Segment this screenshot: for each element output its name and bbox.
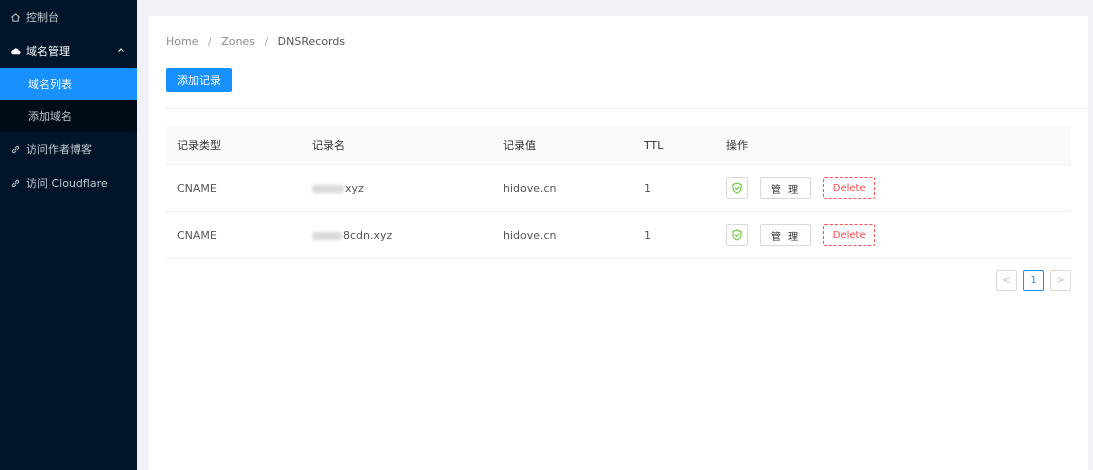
cloud-icon bbox=[9, 45, 21, 57]
delete-button[interactable]: Delete bbox=[823, 177, 876, 199]
sidebar-item-label: 域名列表 bbox=[28, 78, 72, 91]
pagination-next-button[interactable]: > bbox=[1050, 270, 1071, 291]
sidebar-item-label: 添加域名 bbox=[28, 110, 72, 123]
sidebar-submenu-domain-management[interactable]: 域名管理 bbox=[0, 34, 137, 68]
breadcrumb-separator: / bbox=[207, 35, 212, 48]
column-header-type: 记录类型 bbox=[177, 139, 221, 152]
pagination: < 1 > bbox=[996, 270, 1071, 291]
manage-button[interactable]: 管 理 bbox=[760, 177, 812, 199]
record-ttl: 1 bbox=[644, 181, 651, 195]
sidebar-item-cloudflare[interactable]: 访问 Cloudflare bbox=[0, 166, 137, 200]
proxy-status-button[interactable] bbox=[726, 224, 748, 246]
column-header-name: 记录名 bbox=[312, 139, 345, 152]
link-icon bbox=[9, 143, 21, 155]
sidebar-item-label: 域名管理 bbox=[26, 45, 70, 58]
shield-check-icon bbox=[731, 229, 743, 241]
breadcrumb-separator: / bbox=[264, 35, 269, 48]
table-header: 记录类型 记录名 记录值 TTL 操作 bbox=[166, 126, 1071, 165]
add-record-button[interactable]: 添加记录 bbox=[166, 68, 232, 92]
column-header-value: 记录值 bbox=[503, 139, 536, 152]
home-icon bbox=[9, 11, 21, 23]
redacted-text bbox=[312, 184, 344, 193]
sidebar-item-add-domain[interactable]: 添加域名 bbox=[0, 100, 137, 132]
sidebar: 控制台 域名管理 域名列表 添加域名 访问作者博客 访问 Cloudflare bbox=[0, 0, 137, 470]
delete-button[interactable]: Delete bbox=[823, 224, 876, 246]
breadcrumb-zones[interactable]: Zones bbox=[221, 35, 255, 48]
pagination-page-1[interactable]: 1 bbox=[1023, 270, 1044, 291]
record-name-visible: 8cdn.xyz bbox=[343, 228, 393, 242]
breadcrumb-home[interactable]: Home bbox=[166, 35, 198, 48]
redacted-text bbox=[312, 231, 342, 240]
sidebar-item-label: 控制台 bbox=[26, 11, 59, 24]
sidebar-item-domain-list[interactable]: 域名列表 bbox=[0, 68, 137, 100]
record-value: hidove.cn bbox=[503, 228, 557, 242]
table-row: CNAME xyz hidove.cn 1 管 理 Delete bbox=[166, 165, 1071, 212]
sidebar-submenu: 域名列表 添加域名 bbox=[0, 68, 137, 132]
table-row: CNAME 8cdn.xyz hidove.cn 1 管 理 Delete bbox=[166, 212, 1071, 259]
main-content: Home / Zones / DNSRecords 添加记录 记录类型 记录名 … bbox=[149, 16, 1088, 470]
column-header-ttl: TTL bbox=[644, 138, 664, 152]
breadcrumb: Home / Zones / DNSRecords bbox=[166, 35, 345, 48]
record-value: hidove.cn bbox=[503, 181, 557, 195]
manage-button[interactable]: 管 理 bbox=[760, 224, 812, 246]
record-name: xyz bbox=[312, 182, 364, 195]
pagination-prev-button[interactable]: < bbox=[996, 270, 1017, 291]
record-type: CNAME bbox=[177, 228, 217, 242]
row-actions: 管 理 Delete bbox=[726, 224, 876, 246]
column-header-actions: 操作 bbox=[726, 139, 748, 152]
breadcrumb-current: DNSRecords bbox=[277, 35, 346, 48]
sidebar-item-label: 访问 Cloudflare bbox=[26, 177, 108, 190]
record-name-visible: xyz bbox=[345, 181, 364, 195]
sidebar-item-dashboard[interactable]: 控制台 bbox=[0, 0, 137, 34]
row-actions: 管 理 Delete bbox=[726, 177, 876, 199]
shield-check-icon bbox=[731, 182, 743, 194]
chevron-up-icon bbox=[117, 46, 125, 57]
record-ttl: 1 bbox=[644, 228, 651, 242]
record-type: CNAME bbox=[177, 181, 217, 195]
proxy-status-button[interactable] bbox=[726, 177, 748, 199]
record-name: 8cdn.xyz bbox=[312, 229, 392, 242]
link-icon bbox=[9, 177, 21, 189]
dns-records-table: 记录类型 记录名 记录值 TTL 操作 CNAME xyz hidove.cn … bbox=[166, 126, 1071, 259]
divider bbox=[166, 108, 1088, 109]
sidebar-item-author-blog[interactable]: 访问作者博客 bbox=[0, 132, 137, 166]
sidebar-item-label: 访问作者博客 bbox=[26, 143, 92, 156]
